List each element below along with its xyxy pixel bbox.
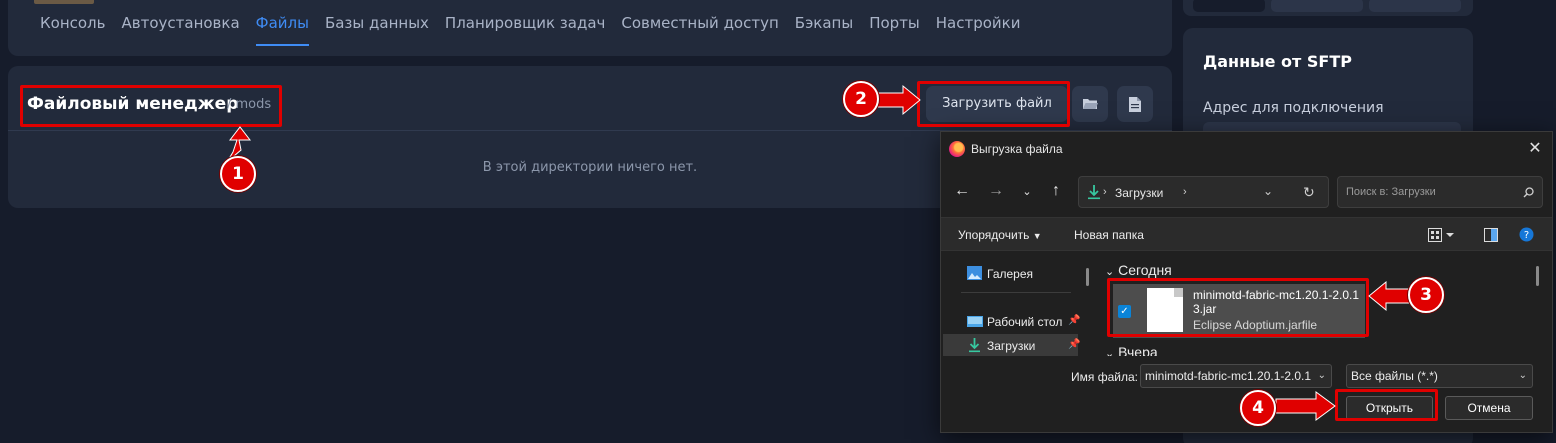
annotation-badge-4: 4 (1240, 390, 1276, 426)
annotation-arrows (226, 84, 1410, 421)
annotation-badge-1: 1 (220, 156, 256, 192)
annotation-badge-2: 2 (843, 81, 879, 117)
annotation-badge-3: 3 (1408, 277, 1444, 313)
